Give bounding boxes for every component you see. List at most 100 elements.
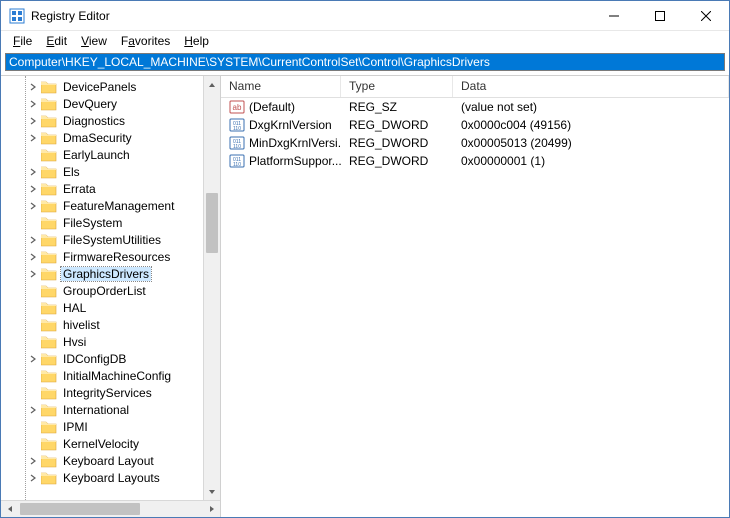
scroll-down-button[interactable] xyxy=(204,483,220,500)
folder-icon xyxy=(41,233,57,247)
value-type: REG_DWORD xyxy=(341,118,453,132)
close-button[interactable] xyxy=(683,1,729,30)
tree-item-label: HAL xyxy=(61,301,88,315)
tree-item[interactable]: International xyxy=(1,401,203,418)
tree-pane: DevicePanels DevQueryDiagnosticsDmaSecuri… xyxy=(1,76,221,517)
scroll-track-h[interactable] xyxy=(18,501,203,517)
expand-chevron-icon[interactable] xyxy=(27,98,39,110)
value-name: (Default) xyxy=(249,100,295,114)
svg-text:110: 110 xyxy=(233,144,241,150)
tree-item[interactable]: HAL xyxy=(1,299,203,316)
tree-item[interactable]: FirmwareResources xyxy=(1,248,203,265)
folder-icon xyxy=(41,165,57,179)
tree-item-label: EarlyLaunch xyxy=(61,148,132,162)
tree-item[interactable]: Els xyxy=(1,163,203,180)
column-header-data[interactable]: Data xyxy=(453,76,729,97)
tree-item[interactable]: IntegrityServices xyxy=(1,384,203,401)
string-value-icon: ab xyxy=(229,99,245,115)
tree-item[interactable]: FileSystem xyxy=(1,214,203,231)
tree-vertical-scrollbar[interactable] xyxy=(203,76,220,500)
scroll-right-button[interactable] xyxy=(203,501,220,517)
folder-icon xyxy=(41,267,57,281)
minimize-button[interactable] xyxy=(591,1,637,30)
folder-icon xyxy=(41,250,57,264)
expand-chevron-icon[interactable] xyxy=(27,81,39,93)
address-bar[interactable]: Computer\HKEY_LOCAL_MACHINE\SYSTEM\Curre… xyxy=(5,53,725,71)
tree-item[interactable]: IDConfigDB xyxy=(1,350,203,367)
tree-item[interactable]: InitialMachineConfig xyxy=(1,367,203,384)
tree-item-label: FeatureManagement xyxy=(61,199,176,213)
scroll-thumb[interactable] xyxy=(206,193,218,253)
value-row[interactable]: 011110MinDxgKrnlVersi...REG_DWORD0x00005… xyxy=(221,134,729,152)
tree-item[interactable]: Errata xyxy=(1,180,203,197)
tree-item[interactable]: DevicePanels xyxy=(1,78,203,95)
menu-favorites[interactable]: Favorites xyxy=(115,32,176,50)
value-row[interactable]: 011110PlatformSuppor...REG_DWORD0x000000… xyxy=(221,152,729,170)
expand-chevron-icon[interactable] xyxy=(27,472,39,484)
expand-chevron-icon[interactable] xyxy=(27,200,39,212)
tree-horizontal-scrollbar[interactable] xyxy=(1,500,220,517)
scroll-thumb-h[interactable] xyxy=(20,503,140,515)
folder-icon xyxy=(41,454,57,468)
tree-item-label: Els xyxy=(61,165,82,179)
tree-item[interactable]: Keyboard Layouts xyxy=(1,469,203,486)
tree-item[interactable]: FeatureManagement xyxy=(1,197,203,214)
tree-item-label: Keyboard Layout xyxy=(61,454,156,468)
tree-item-label: DevQuery xyxy=(61,97,119,111)
tree-item[interactable]: GraphicsDrivers xyxy=(1,265,203,282)
expand-chevron-icon[interactable] xyxy=(27,234,39,246)
tree-item[interactable]: FileSystemUtilities xyxy=(1,231,203,248)
tree-item[interactable]: hivelist xyxy=(1,316,203,333)
tree-item[interactable]: EarlyLaunch xyxy=(1,146,203,163)
tree-item-label: InitialMachineConfig xyxy=(61,369,173,383)
folder-icon xyxy=(41,352,57,366)
expand-chevron-icon[interactable] xyxy=(27,166,39,178)
tree-item-label: Hvsi xyxy=(61,335,88,349)
tree-item-label: Keyboard Layouts xyxy=(61,471,162,485)
menu-file[interactable]: File xyxy=(7,32,38,50)
expand-chevron-icon[interactable] xyxy=(27,353,39,365)
expand-chevron-icon[interactable] xyxy=(27,251,39,263)
tree-item[interactable]: Keyboard Layout xyxy=(1,452,203,469)
menu-view[interactable]: View xyxy=(75,32,113,50)
folder-icon xyxy=(41,403,57,417)
tree-item-label: FileSystem xyxy=(61,216,124,230)
tree-item-label: hivelist xyxy=(61,318,102,332)
expand-chevron-icon[interactable] xyxy=(27,404,39,416)
folder-icon xyxy=(41,216,57,230)
folder-icon xyxy=(41,386,57,400)
expand-chevron-icon[interactable] xyxy=(27,455,39,467)
expand-chevron-icon[interactable] xyxy=(27,132,39,144)
maximize-button[interactable] xyxy=(637,1,683,30)
tree-item[interactable]: Diagnostics xyxy=(1,112,203,129)
value-row[interactable]: 011110DxgKrnlVersionREG_DWORD0x0000c004 … xyxy=(221,116,729,134)
value-row[interactable]: ab(Default)REG_SZ(value not set) xyxy=(221,98,729,116)
value-name: DxgKrnlVersion xyxy=(249,118,332,132)
expand-chevron-icon[interactable] xyxy=(27,115,39,127)
folder-icon xyxy=(41,131,57,145)
menu-edit[interactable]: Edit xyxy=(40,32,73,50)
menubar: File Edit View Favorites Help xyxy=(1,31,729,51)
value-name: PlatformSuppor... xyxy=(249,154,341,168)
svg-text:ab: ab xyxy=(233,103,242,112)
folder-icon xyxy=(41,182,57,196)
column-header-name[interactable]: Name xyxy=(221,76,341,97)
tree-item-label: IntegrityServices xyxy=(61,386,154,400)
menu-help[interactable]: Help xyxy=(178,32,215,50)
scroll-up-button[interactable] xyxy=(204,76,220,93)
tree-item[interactable]: IPMI xyxy=(1,418,203,435)
tree-item[interactable]: KernelVelocity xyxy=(1,435,203,452)
value-data: 0x0000c004 (49156) xyxy=(453,118,729,132)
column-header-type[interactable]: Type xyxy=(341,76,453,97)
tree-item[interactable]: DevQuery xyxy=(1,95,203,112)
scroll-track[interactable] xyxy=(204,93,220,483)
value-name: MinDxgKrnlVersi... xyxy=(249,136,341,150)
tree-item-label: FirmwareResources xyxy=(61,250,172,264)
expand-chevron-icon[interactable] xyxy=(27,183,39,195)
expand-chevron-icon[interactable] xyxy=(27,268,39,280)
tree-item[interactable]: GroupOrderList xyxy=(1,282,203,299)
folder-icon xyxy=(41,301,57,315)
scroll-left-button[interactable] xyxy=(1,501,18,517)
tree-item[interactable]: DmaSecurity xyxy=(1,129,203,146)
tree-item[interactable]: Hvsi xyxy=(1,333,203,350)
